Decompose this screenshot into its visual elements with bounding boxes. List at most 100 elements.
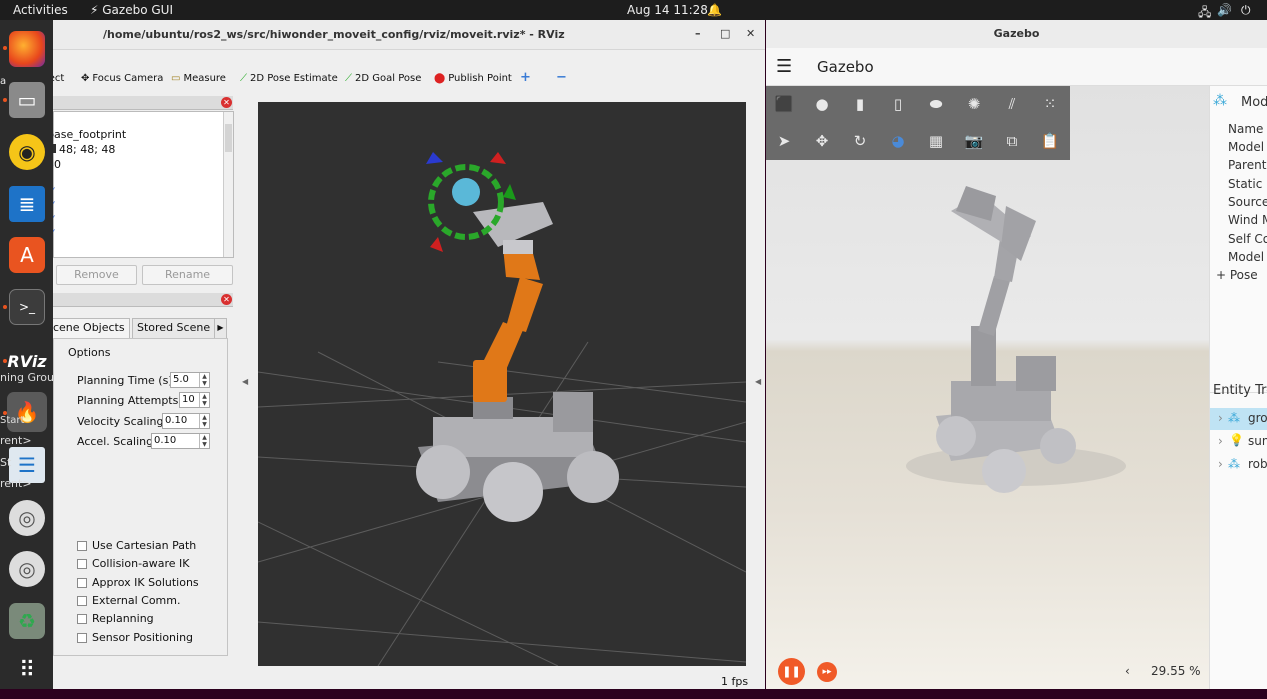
frame-rate-value[interactable]: 30 bbox=[53, 158, 61, 171]
select-mode-icon[interactable]: ➤ bbox=[773, 130, 795, 152]
checkbox-checked[interactable]: ✓ bbox=[53, 200, 57, 210]
publish-point-tool[interactable]: ⬤ Publish Point bbox=[434, 73, 512, 84]
box-shape-icon[interactable]: ⬛ bbox=[773, 93, 795, 115]
scene-render bbox=[258, 152, 746, 666]
trash-icon[interactable]: ♻ bbox=[9, 603, 45, 639]
measure-tool[interactable]: ▭ Measure bbox=[171, 73, 226, 84]
focused-app-menu[interactable]: ⚡ Gazebo GUI bbox=[90, 3, 173, 17]
pause-button[interactable]: ❚❚ bbox=[778, 658, 805, 685]
accel-scaling-input[interactable]: 0.10 ▲ ▼ bbox=[151, 433, 210, 449]
rviz-3d-viewport[interactable] bbox=[258, 102, 746, 666]
rhythmbox-icon[interactable]: ◉ bbox=[9, 134, 45, 170]
minimize-button[interactable]: – bbox=[695, 27, 701, 40]
capsule-shape-icon[interactable]: ▯ bbox=[887, 93, 909, 115]
chevron-right-icon[interactable]: › bbox=[1218, 411, 1223, 425]
paste-icon[interactable]: 📋 bbox=[1039, 130, 1061, 152]
velocity-scaling-input[interactable]: 0.10 ▲ ▼ bbox=[162, 413, 210, 429]
spot-light-icon[interactable]: ⁙ bbox=[1039, 93, 1061, 115]
real-time-factor: 29.55 % bbox=[1151, 664, 1201, 678]
remove-tool-button[interactable]: − bbox=[556, 70, 567, 85]
checkbox-checked[interactable]: ✓ bbox=[53, 228, 57, 238]
scrollbar-thumb[interactable] bbox=[225, 124, 232, 152]
volume-icon[interactable]: 🔊 bbox=[1217, 3, 1232, 17]
activities-button[interactable]: Activities bbox=[13, 3, 68, 17]
collapse-left-icon[interactable]: ◀ bbox=[242, 377, 248, 386]
checkbox-checked[interactable]: ✓ bbox=[53, 186, 57, 196]
external-comm-checkbox[interactable]: External Comm. bbox=[77, 594, 180, 607]
show-apps-icon[interactable]: ⠿ bbox=[9, 652, 45, 688]
ellipsoid-shape-icon[interactable]: ⬬ bbox=[925, 93, 947, 115]
power-icon[interactable]: ⏻ bbox=[1241, 3, 1251, 18]
close-panel-icon[interactable]: ✕ bbox=[221, 97, 232, 108]
chevron-right-icon[interactable]: › bbox=[1218, 434, 1223, 448]
close-panel-icon[interactable]: ✕ bbox=[221, 294, 232, 305]
goal-pose-tool[interactable]: ⟋ 2D Goal Pose bbox=[345, 73, 421, 84]
notification-icon[interactable]: 🔔 bbox=[707, 3, 722, 17]
collision-aware-ik-checkbox[interactable]: Collision-aware IK bbox=[77, 557, 190, 570]
grid-snap-icon[interactable]: ▦ bbox=[925, 130, 947, 152]
running-indicator bbox=[3, 98, 7, 102]
focus-camera-tool[interactable]: ✥ Focus Camera bbox=[81, 73, 163, 84]
maximize-button[interactable]: □ bbox=[720, 27, 730, 40]
spinner-arrows-icon[interactable]: ▲ ▼ bbox=[199, 414, 209, 428]
approx-ik-checkbox[interactable]: Approx IK Solutions bbox=[77, 576, 199, 589]
cylinder-shape-icon[interactable]: ▮ bbox=[849, 93, 871, 115]
spinner-arrows-icon[interactable]: ▲ ▼ bbox=[199, 434, 209, 448]
desktop-background bbox=[0, 689, 1267, 699]
select-tool[interactable]: ⬚Select bbox=[53, 73, 64, 84]
entity-tree-header: Entity Tre bbox=[1213, 383, 1267, 398]
directional-light-icon[interactable]: ⫽ bbox=[1001, 93, 1023, 115]
gazebo-3d-scene[interactable]: ⬛ ● ▮ ▯ ⬬ ✺ ⫽ ⁙ ➤ ✥ ↻ ◕ ▦ 📷 ⧉ 📋 ❚❚ ▸▸ ‹ … bbox=[766, 86, 1209, 689]
light-bulb-icon: 💡 bbox=[1229, 433, 1244, 447]
pose-expander[interactable]: + Pose bbox=[1216, 268, 1258, 282]
spinner-arrows-icon[interactable]: ▲ ▼ bbox=[199, 373, 209, 387]
remove-button[interactable]: Remove bbox=[56, 265, 137, 285]
step-forward-button[interactable]: ▸▸ bbox=[817, 662, 837, 682]
disc-icon-2[interactable]: ◎ bbox=[9, 551, 45, 587]
translate-mode-icon[interactable]: ✥ bbox=[811, 130, 833, 152]
close-button[interactable]: ✕ bbox=[746, 27, 755, 40]
rtf-expand-icon[interactable]: ‹ bbox=[1125, 664, 1130, 678]
rotate-mode-icon[interactable]: ↻ bbox=[849, 130, 871, 152]
background-color-value[interactable]: 48; 48; 48 bbox=[53, 143, 115, 156]
disc-icon[interactable]: ◎ bbox=[9, 500, 45, 536]
displays-panel-header: ✕ bbox=[53, 96, 233, 110]
checkbox-checked[interactable]: ✓ bbox=[53, 214, 57, 224]
fixed-frame-value[interactable]: base_footprint bbox=[53, 128, 126, 141]
add-tool-button[interactable]: + bbox=[520, 70, 531, 85]
writer-icon[interactable]: ≣ bbox=[9, 186, 45, 222]
sensor-positioning-checkbox[interactable]: Sensor Positioning bbox=[77, 631, 193, 644]
firefox-icon[interactable] bbox=[9, 31, 45, 67]
entity-tree-row[interactable]: › ⁂ rob bbox=[1210, 454, 1267, 476]
tab-scene-objects[interactable]: Scene Objects bbox=[53, 318, 130, 338]
point-light-icon[interactable]: ✺ bbox=[963, 93, 985, 115]
vertical-scrollbar[interactable] bbox=[223, 112, 233, 257]
chevron-right-icon[interactable]: › bbox=[1218, 457, 1223, 471]
gazebo-title-bar[interactable]: Gazebo bbox=[766, 20, 1267, 48]
planning-attempts-input[interactable]: 10 ▲ ▼ bbox=[179, 392, 210, 408]
tab-stored-scenes[interactable]: Stored Scene bbox=[132, 318, 216, 338]
spinner-arrows-icon[interactable]: ▲ ▼ bbox=[199, 393, 209, 407]
copy-icon[interactable]: ⧉ bbox=[1001, 130, 1023, 152]
cartesian-path-checkbox[interactable]: Use Cartesian Path bbox=[77, 539, 196, 552]
tab-scroll-right-icon[interactable]: ▶ bbox=[214, 318, 227, 338]
rename-button[interactable]: Rename bbox=[142, 265, 233, 285]
pose-estimate-tool[interactable]: ⟋ 2D Pose Estimate bbox=[240, 73, 338, 84]
terminal-icon[interactable]: >_ bbox=[9, 289, 45, 325]
transform-control-icon[interactable]: ◕ bbox=[887, 130, 909, 152]
hamburger-menu-icon[interactable]: ☰ bbox=[776, 56, 792, 77]
sphere-shape-icon[interactable]: ● bbox=[811, 93, 833, 115]
model-icon: ⁂ bbox=[1213, 93, 1227, 109]
replanning-checkbox[interactable]: Replanning bbox=[77, 612, 154, 625]
app-center-icon[interactable]: A bbox=[9, 237, 45, 273]
gazebo-icon[interactable]: 🔥 bbox=[7, 392, 47, 432]
rviz-title-bar[interactable]: /home/ubuntu/ros2_ws/src/hiwonder_moveit… bbox=[53, 20, 765, 50]
entity-tree-row[interactable]: › 💡 sun bbox=[1210, 431, 1267, 453]
entity-tree-row-selected[interactable]: › ⁂ grou bbox=[1210, 408, 1267, 430]
gazebo-window: Gazebo ☰ Gazebo ⬛ ● ▮ ▯ ⬬ ✺ ⫽ ⁙ ➤ ✥ ↻ ◕ … bbox=[766, 20, 1267, 689]
clock[interactable]: Aug 14 11:28 bbox=[627, 3, 708, 17]
files-icon[interactable]: ▭ bbox=[9, 82, 45, 118]
collapse-right-icon[interactable]: ◀ bbox=[755, 377, 761, 386]
screenshot-icon[interactable]: 📷 bbox=[963, 130, 985, 152]
planning-time-input[interactable]: 5.0 ▲ ▼ bbox=[170, 372, 210, 388]
